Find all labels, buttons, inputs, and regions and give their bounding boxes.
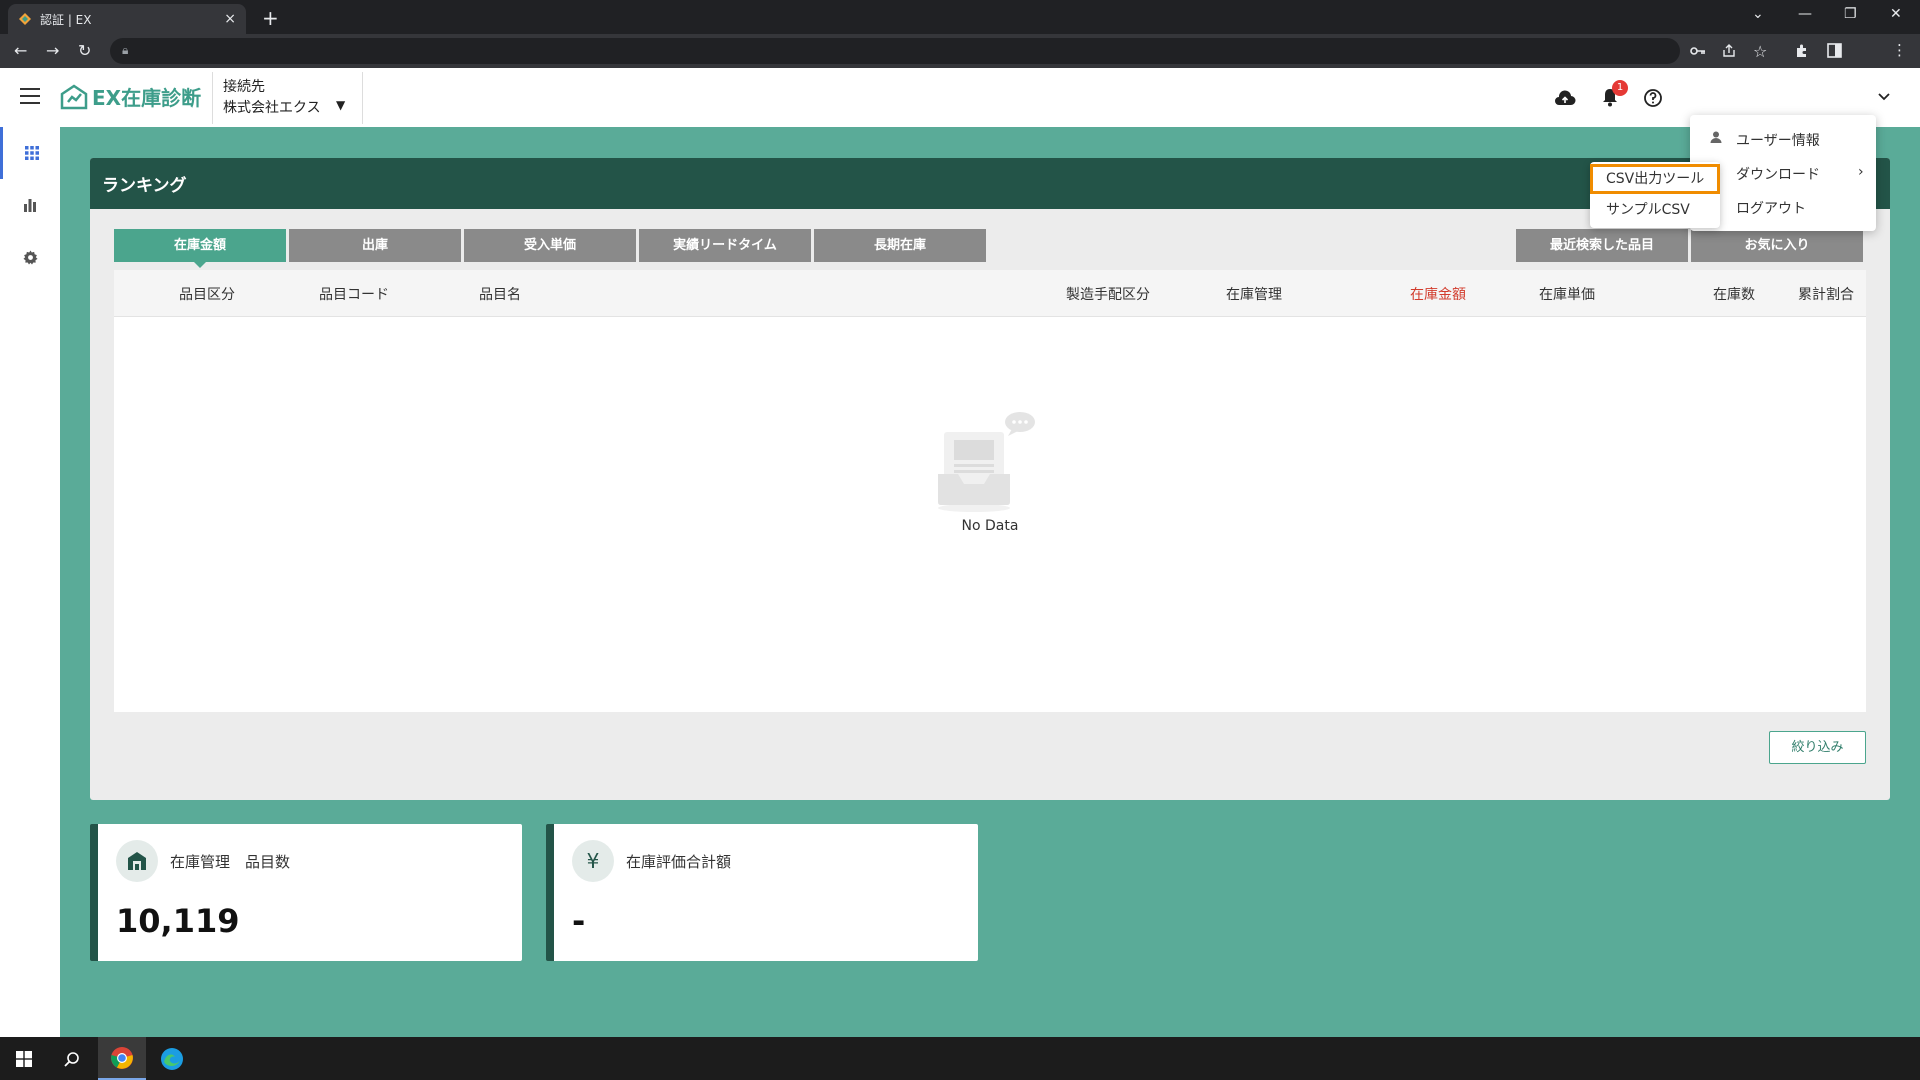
column-item-name[interactable]: 品目名: [479, 284, 521, 304]
filter-button[interactable]: 絞り込み: [1769, 731, 1866, 764]
empty-inbox-icon: [938, 412, 1035, 512]
sidebar-item-analytics[interactable]: [0, 179, 60, 231]
bar-chart-icon: [24, 199, 36, 212]
connection-selector[interactable]: 接続先 株式会社エクス: [223, 77, 321, 119]
menu-item-user-info[interactable]: ユーザー情報: [1736, 130, 1820, 150]
browser-tab-bar: 認証 | EX × + ⌄ — ❐ ✕: [0, 0, 1920, 34]
app-header: EX在庫診断 接続先 株式会社エクス ▼ 1: [0, 68, 1920, 127]
app-logo[interactable]: EX在庫診断: [60, 82, 201, 111]
back-arrow-icon[interactable]: ←: [14, 41, 27, 60]
side-panel-icon[interactable]: [1827, 43, 1842, 58]
stat-value: 10,119: [116, 902, 240, 940]
stat-label: 在庫評価合計額: [626, 853, 732, 871]
chevron-right-icon: ›: [1858, 164, 1864, 180]
browser-tab[interactable]: 認証 | EX ×: [8, 4, 246, 34]
column-manufacturing-type[interactable]: 製造手配区分: [1066, 284, 1150, 304]
tab-close-icon[interactable]: ×: [224, 11, 236, 27]
stat-card-item-count: 在庫管理 品目数 10,119: [90, 824, 522, 961]
notification-badge: 1: [1612, 80, 1628, 96]
windows-start-icon[interactable]: [0, 1037, 48, 1080]
ranking-card: ランキング 在庫金額 出庫 受入単価 実績リードタイム 長期在庫 最近検索した品…: [90, 158, 1890, 800]
connection-value: 株式会社エクス: [223, 100, 321, 116]
cloud-upload-icon[interactable]: [1554, 90, 1576, 106]
tab-shipment[interactable]: 出庫: [289, 229, 461, 262]
restore-button[interactable]: ❐: [1844, 6, 1857, 22]
ranking-title: ランキング: [102, 176, 187, 196]
grid-icon: [24, 146, 39, 160]
sidebar-item-dashboard[interactable]: [0, 127, 60, 179]
yen-icon: ¥: [572, 840, 614, 882]
lock-icon: 🔒︎: [122, 43, 129, 57]
column-item-category[interactable]: 品目区分: [179, 284, 235, 304]
hamburger-menu-icon[interactable]: [20, 88, 40, 104]
browser-toolbar: ← → ↻ 🔒︎ ☆ ⋮: [0, 34, 1920, 68]
address-bar[interactable]: 🔒︎ ☆: [110, 38, 1767, 64]
column-cumulative-ratio[interactable]: 累計割合: [1798, 284, 1854, 304]
tab-recent-search[interactable]: 最近検索した品目: [1516, 229, 1688, 262]
header-divider: [362, 72, 363, 124]
logo-text: EX在庫診断: [92, 86, 202, 110]
tab-receipt-unit-price[interactable]: 受入単価: [464, 229, 636, 262]
user-icon: [1710, 131, 1722, 143]
help-icon[interactable]: [1643, 88, 1663, 108]
sidebar-item-settings[interactable]: [0, 231, 60, 283]
stat-value: -: [572, 902, 586, 940]
sidebar: [0, 127, 60, 1037]
submenu-item-sample-csv[interactable]: サンプルCSV: [1590, 195, 1720, 225]
column-stock-quantity[interactable]: 在庫数: [1713, 284, 1755, 304]
connection-label: 接続先: [223, 79, 265, 95]
submenu-item-csv-tool[interactable]: CSV出力ツール: [1590, 164, 1720, 194]
ranking-table: 品目区分 品目コード 品目名 製造手配区分 在庫管理 在庫金額 在庫単価 在庫数…: [114, 270, 1866, 712]
connection-dropdown-icon[interactable]: ▼: [336, 98, 345, 112]
browser-tab-title: 認証 | EX: [40, 12, 92, 27]
column-stock-amount[interactable]: 在庫金額: [1410, 284, 1466, 304]
tab-long-term-stock[interactable]: 長期在庫: [814, 229, 986, 262]
forward-arrow-icon[interactable]: →: [46, 41, 59, 60]
share-icon[interactable]: [1722, 44, 1736, 58]
tab-lead-time[interactable]: 実績リードタイム: [639, 229, 811, 262]
extensions-icon[interactable]: [1794, 43, 1810, 59]
menu-item-logout[interactable]: ログアウト: [1736, 198, 1806, 218]
column-item-code[interactable]: 品目コード: [319, 284, 389, 304]
minimize-button[interactable]: —: [1798, 6, 1812, 22]
stat-card-valuation-total: ¥ 在庫評価合計額 -: [546, 824, 978, 961]
logo-mark-icon: [60, 83, 88, 109]
browser-menu-icon[interactable]: ⋮: [1892, 41, 1907, 59]
edge-taskbar-icon[interactable]: [148, 1037, 196, 1080]
header-divider: [212, 72, 213, 124]
chrome-taskbar-icon[interactable]: [98, 1037, 146, 1080]
search-icon[interactable]: [48, 1037, 96, 1080]
tab-stock-amount[interactable]: 在庫金額: [114, 229, 286, 268]
user-menu-chevron-icon[interactable]: [1877, 92, 1891, 102]
site-favicon-icon: [19, 13, 31, 25]
menu-item-download[interactable]: ダウンロード: [1736, 164, 1820, 184]
bookmark-star-icon[interactable]: ☆: [1753, 42, 1767, 61]
tab-search-icon[interactable]: ⌄: [1752, 6, 1764, 22]
gear-icon: [22, 249, 38, 265]
table-header-row: 品目区分 品目コード 品目名 製造手配区分 在庫管理 在庫金額 在庫単価 在庫数…: [114, 270, 1866, 317]
close-window-button[interactable]: ✕: [1890, 6, 1902, 22]
column-stock-management[interactable]: 在庫管理: [1226, 284, 1282, 304]
windows-taskbar: [0, 1037, 1920, 1080]
warehouse-icon: [116, 840, 158, 882]
no-data-text: No Data: [961, 518, 1019, 534]
new-tab-button[interactable]: +: [262, 6, 279, 30]
stat-label: 在庫管理 品目数: [170, 853, 291, 871]
reload-icon[interactable]: ↻: [78, 41, 91, 60]
key-icon[interactable]: [1690, 45, 1706, 57]
tab-favorites[interactable]: お気に入り: [1691, 229, 1863, 262]
download-submenu: CSV出力ツール サンプルCSV: [1590, 162, 1720, 228]
column-stock-unit-price[interactable]: 在庫単価: [1539, 284, 1595, 304]
